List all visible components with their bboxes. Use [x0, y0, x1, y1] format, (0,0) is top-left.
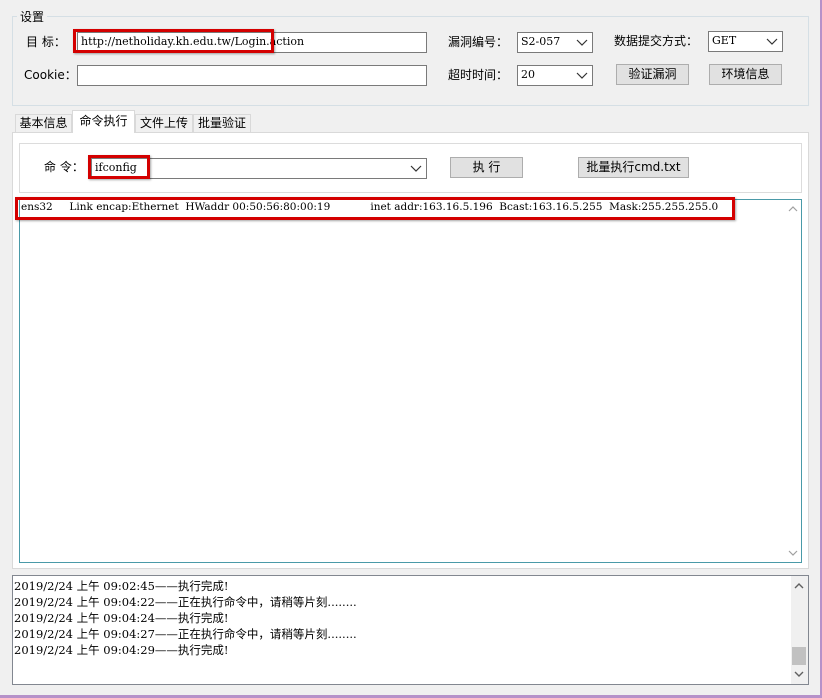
log-line: 2019/2/24 上午 09:04:29——执行完成!: [14, 643, 229, 657]
log-line: 2019/2/24 上午 09:04:24——执行完成!: [14, 611, 229, 625]
method-label: 数据提交方式：: [614, 34, 699, 48]
chevron-down-icon: [576, 39, 588, 46]
log-list: 2019/2/24 上午 09:02:45——执行完成! 2019/2/24 上…: [14, 578, 357, 658]
log-line: 2019/2/24 上午 09:04:22——正在执行命令中，请稍等片刻....…: [14, 595, 357, 609]
target-label: 目 标：: [26, 35, 66, 49]
target-highlight-box: [73, 29, 274, 53]
timeout-select[interactable]: 20: [517, 65, 593, 86]
log-scroll-thumb[interactable]: [792, 647, 806, 665]
timeout-label: 超时时间：: [448, 68, 509, 82]
command-label: 命 令：: [44, 160, 84, 174]
scroll-up-icon[interactable]: [787, 204, 799, 214]
output-textarea[interactable]: [19, 199, 802, 563]
log-line: 2019/2/24 上午 09:02:45——执行完成!: [14, 579, 229, 593]
tab-basic-info[interactable]: 基本信息: [15, 114, 72, 132]
output-highlight-box: [15, 197, 735, 220]
scroll-down-icon[interactable]: [793, 669, 805, 679]
cookie-input[interactable]: [77, 65, 427, 86]
batch-exec-button[interactable]: 批量执行cmd.txt: [578, 157, 689, 178]
log-scrollbar[interactable]: [791, 576, 808, 684]
tab-file-upload[interactable]: 文件上传: [135, 114, 193, 132]
tab-batch-verify[interactable]: 批量验证: [193, 114, 251, 132]
chevron-down-icon: [766, 38, 778, 45]
tab-command-exec[interactable]: 命令执行: [72, 110, 135, 133]
timeout-select-value: 20: [521, 68, 535, 81]
method-select-value: GET: [712, 34, 737, 47]
command-highlight-box: [88, 155, 150, 179]
vuln-select-value: S2-057: [521, 35, 561, 48]
method-select[interactable]: GET: [708, 31, 783, 52]
log-line: 2019/2/24 上午 09:04:27——正在执行命令中，请稍等片刻....…: [14, 627, 357, 641]
cookie-label: Cookie：: [24, 68, 77, 82]
verify-vuln-button[interactable]: 验证漏洞: [616, 64, 689, 85]
vuln-label: 漏洞编号：: [448, 35, 509, 49]
exec-button[interactable]: 执 行: [450, 157, 523, 178]
scroll-up-icon[interactable]: [793, 581, 805, 591]
chevron-down-icon: [576, 72, 588, 79]
vuln-select[interactable]: S2-057: [517, 32, 593, 53]
env-info-button[interactable]: 环境信息: [709, 64, 782, 85]
scroll-down-icon[interactable]: [787, 548, 799, 558]
settings-group-title: 设置: [17, 8, 48, 25]
chevron-down-icon: [410, 165, 422, 172]
